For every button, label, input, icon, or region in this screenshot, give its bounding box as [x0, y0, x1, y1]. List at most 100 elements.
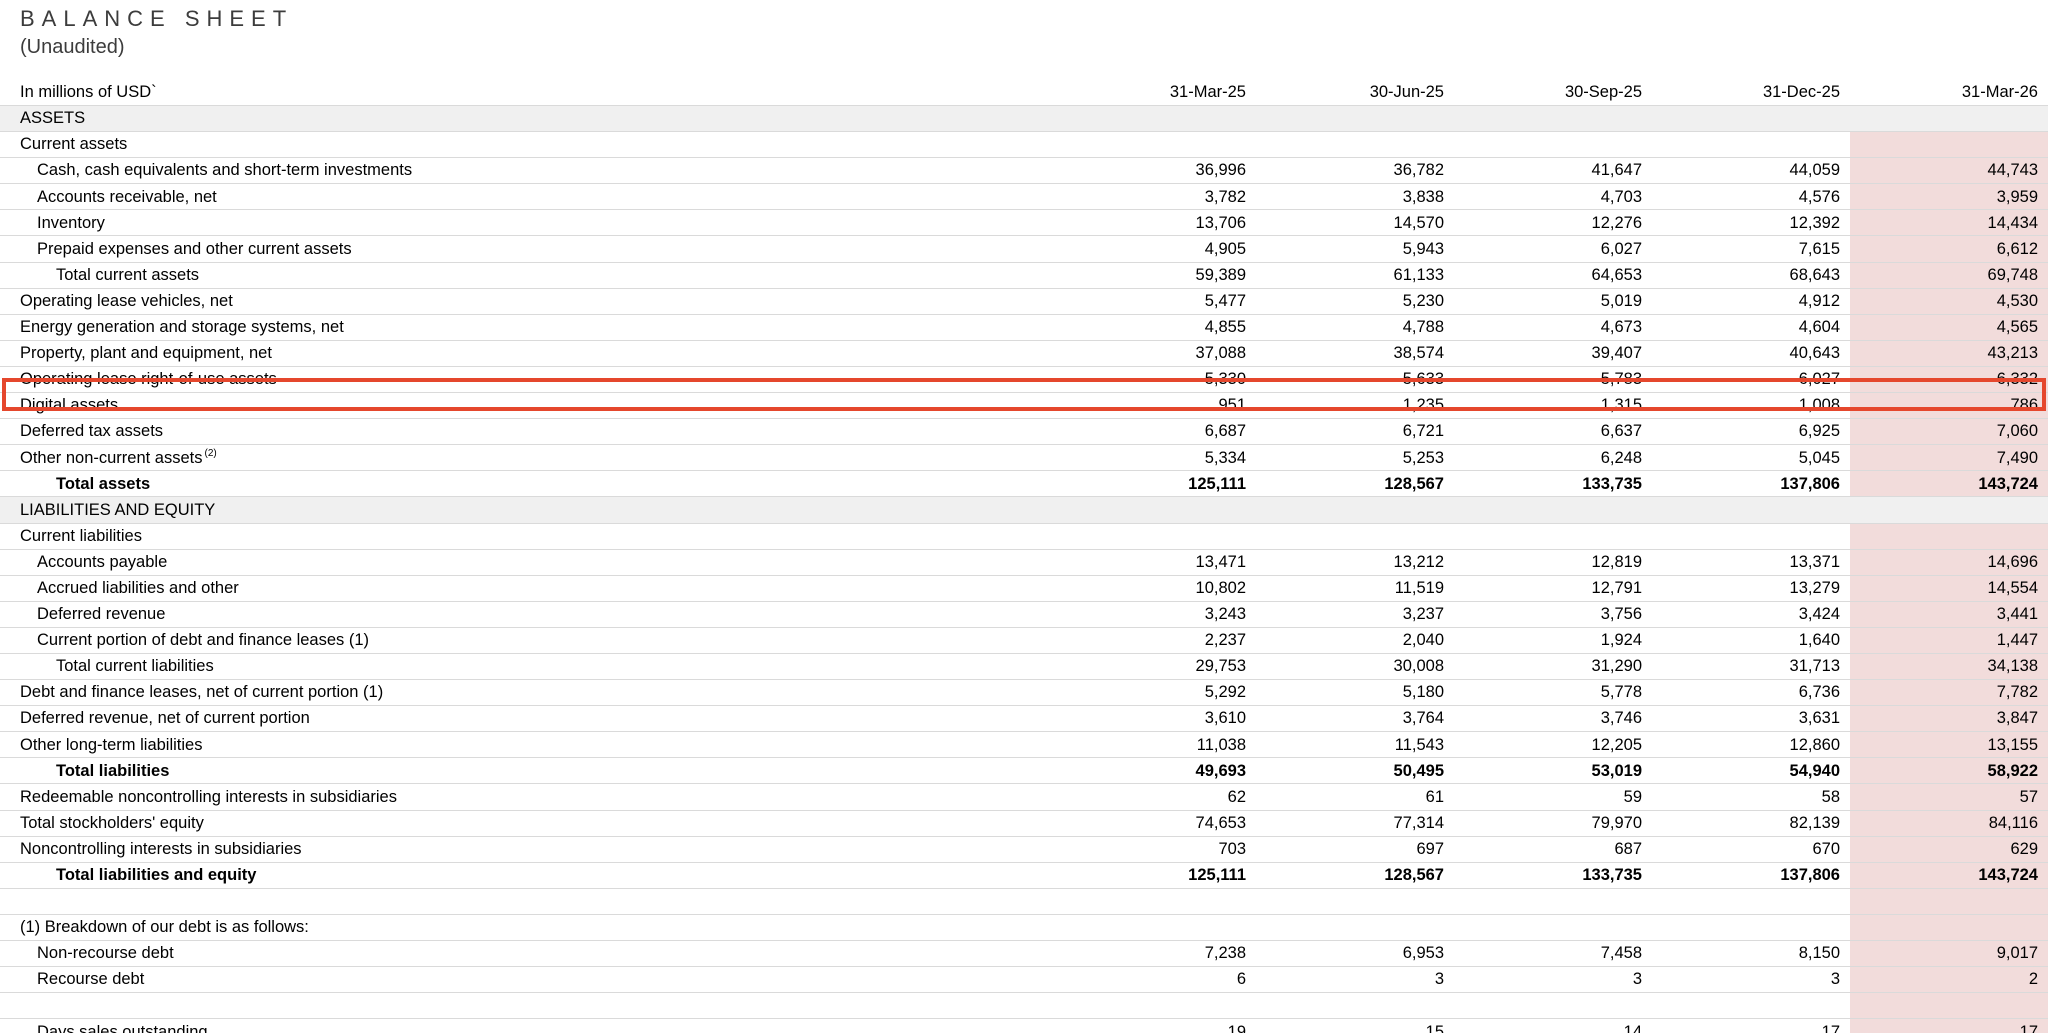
value-cell: 4,673	[1454, 315, 1652, 340]
table-row: Current portion of debt and finance leas…	[0, 628, 2048, 654]
table-row: Total stockholders' equity74,65377,31479…	[0, 811, 2048, 837]
value-cell: 703	[1058, 837, 1256, 862]
value-cell: 3,782	[1058, 184, 1256, 209]
table-row: Noncontrolling interests in subsidiaries…	[0, 837, 2048, 863]
value-cell	[1058, 915, 1256, 940]
row-label: Total liabilities and equity	[0, 863, 1058, 888]
value-cell: 5,633	[1256, 367, 1454, 392]
value-cell	[1256, 497, 1454, 522]
value-cell: 8,150	[1652, 941, 1850, 966]
section-row: LIABILITIES AND EQUITY	[0, 497, 2048, 523]
value-cell: 14,434	[1850, 210, 2048, 235]
value-cell: 4,565	[1850, 315, 2048, 340]
value-cell: 128,567	[1256, 863, 1454, 888]
table-row: Inventory13,70614,57012,27612,39214,434	[0, 210, 2048, 236]
value-cell	[1454, 132, 1652, 157]
value-cell: 6,612	[1850, 236, 2048, 261]
value-cell: 36,996	[1058, 158, 1256, 183]
row-label: (1) Breakdown of our debt is as follows:	[0, 915, 1058, 940]
value-cell: 128,567	[1256, 471, 1454, 496]
table-row: Total current liabilities29,75330,00831,…	[0, 654, 2048, 680]
value-cell: 3,631	[1652, 706, 1850, 731]
value-cell: 5,334	[1058, 445, 1256, 470]
value-cell: 49,693	[1058, 758, 1256, 783]
row-label: Inventory	[0, 210, 1058, 235]
value-cell: 40,643	[1652, 341, 1850, 366]
value-cell: 4,855	[1058, 315, 1256, 340]
value-cell: 3,237	[1256, 602, 1454, 627]
unit-label: In millions of USD`	[0, 80, 1058, 105]
value-cell: 6	[1058, 967, 1256, 992]
value-cell: 687	[1454, 837, 1652, 862]
table-row: Current liabilities	[0, 524, 2048, 550]
row-label: Cash, cash equivalents and short-term in…	[0, 158, 1058, 183]
column-header: 30-Jun-25	[1256, 80, 1454, 105]
value-cell	[1454, 915, 1652, 940]
table-row: Deferred revenue, net of current portion…	[0, 706, 2048, 732]
value-cell: 17	[1850, 1019, 2048, 1033]
table-row: Other non-current assets(2)5,3345,2536,2…	[0, 445, 2048, 471]
balance-sheet-page: BALANCE SHEET (Unaudited) In millions of…	[0, 0, 2048, 1033]
value-cell: 7,615	[1652, 236, 1850, 261]
row-label: Total current liabilities	[0, 654, 1058, 679]
value-cell: 2	[1850, 967, 2048, 992]
value-cell: 7,060	[1850, 419, 2048, 444]
value-cell: 13,371	[1652, 550, 1850, 575]
value-cell	[1256, 132, 1454, 157]
row-label: Other non-current assets(2)	[0, 445, 1058, 470]
value-cell: 7,782	[1850, 680, 2048, 705]
value-cell: 59	[1454, 784, 1652, 809]
row-label: Operating lease vehicles, net	[0, 289, 1058, 314]
value-cell: 6,687	[1058, 419, 1256, 444]
value-cell: 1,924	[1454, 628, 1652, 653]
value-cell: 5,943	[1256, 236, 1454, 261]
value-cell	[1850, 106, 2048, 131]
value-cell: 7,490	[1850, 445, 2048, 470]
table-row: Energy generation and storage systems, n…	[0, 315, 2048, 341]
value-cell: 4,530	[1850, 289, 2048, 314]
table-row: Property, plant and equipment, net37,088…	[0, 341, 2048, 367]
value-cell: 3,424	[1652, 602, 1850, 627]
value-cell	[1454, 889, 1652, 914]
value-cell: 19	[1058, 1019, 1256, 1033]
table-row: Accounts receivable, net3,7823,8384,7034…	[0, 184, 2048, 210]
row-label: Total liabilities	[0, 758, 1058, 783]
value-cell	[1652, 497, 1850, 522]
value-cell: 57	[1850, 784, 2048, 809]
value-cell: 786	[1850, 393, 2048, 418]
value-cell	[1850, 132, 2048, 157]
value-cell: 84,116	[1850, 811, 2048, 836]
value-cell: 5,330	[1058, 367, 1256, 392]
row-label: Other long-term liabilities	[0, 732, 1058, 757]
value-cell: 3,746	[1454, 706, 1652, 731]
value-cell: 44,059	[1652, 158, 1850, 183]
value-cell: 1,235	[1256, 393, 1454, 418]
table-row: Days sales outstanding1915141717	[0, 1019, 2048, 1033]
value-cell: 143,724	[1850, 863, 2048, 888]
value-cell: 11,038	[1058, 732, 1256, 757]
value-cell: 6,637	[1454, 419, 1652, 444]
value-cell: 38,574	[1256, 341, 1454, 366]
value-cell: 13,155	[1850, 732, 2048, 757]
value-cell: 125,111	[1058, 863, 1256, 888]
value-cell: 6,736	[1652, 680, 1850, 705]
value-cell: 10,802	[1058, 576, 1256, 601]
table-row: (1) Breakdown of our debt is as follows:	[0, 915, 2048, 941]
value-cell	[1256, 524, 1454, 549]
value-cell: 13,706	[1058, 210, 1256, 235]
value-cell: 5,230	[1256, 289, 1454, 314]
value-cell: 69,748	[1850, 263, 2048, 288]
table-row: Total liabilities and equity125,111128,5…	[0, 863, 2048, 889]
table-row: Debt and finance leases, net of current …	[0, 680, 2048, 706]
value-cell: 5,783	[1454, 367, 1652, 392]
value-cell: 3	[1652, 967, 1850, 992]
value-cell: 13,212	[1256, 550, 1454, 575]
value-cell: 3,610	[1058, 706, 1256, 731]
value-cell	[1850, 524, 2048, 549]
value-cell: 54,940	[1652, 758, 1850, 783]
value-cell: 36,782	[1256, 158, 1454, 183]
row-label: Current portion of debt and finance leas…	[0, 628, 1058, 653]
value-cell: 29,753	[1058, 654, 1256, 679]
value-cell: 2,237	[1058, 628, 1256, 653]
value-cell	[1652, 132, 1850, 157]
